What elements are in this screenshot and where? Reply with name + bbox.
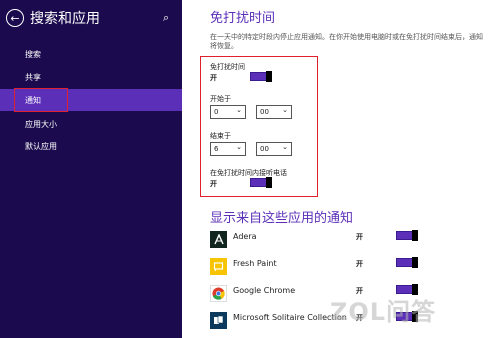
chrome-app-icon: [210, 285, 227, 302]
sidebar-item-label: 搜索: [25, 49, 41, 59]
end-hour-value: 6: [214, 145, 219, 153]
start-minute-value: 00: [260, 108, 269, 116]
fresh-paint-app-icon: [210, 258, 227, 275]
chevron-down-icon: ⌄: [236, 143, 242, 151]
quiet-hours-toggle[interactable]: [250, 71, 272, 82]
chevron-down-icon: ⌄: [282, 106, 288, 114]
sidebar-header: ← 搜索和应用: [6, 8, 100, 28]
quiet-hours-description: 在一天中的特定时段内停止应用通知。在你开始使用电脑时或在免打扰时间结束后，通知将…: [210, 33, 483, 50]
quiet-hours-toggle-state: 开: [210, 74, 217, 82]
app-row-adera: Adera: [210, 231, 420, 251]
solitaire-app-icon: [210, 312, 227, 329]
main-pane: 免打扰时间 在一天中的特定时段内停止应用通知。在你开始使用电脑时或在免打扰时间结…: [182, 0, 500, 338]
calls-toggle-label: 在免打扰时间内接听电话: [210, 169, 287, 177]
calls-toggle[interactable]: [250, 177, 272, 188]
back-arrow-icon: ←: [10, 11, 20, 25]
chevron-down-icon: ⌄: [236, 106, 242, 114]
app-name: Google Chrome: [233, 286, 296, 295]
sidebar-item-label: 默认应用: [25, 141, 57, 151]
sidebar-item-label: 共享: [25, 72, 41, 82]
app-name: Adera: [233, 232, 257, 241]
sidebar-item-search[interactable]: 搜索: [0, 43, 182, 65]
start-minute-select[interactable]: 00 ⌄: [256, 105, 292, 119]
sidebar: ← 搜索和应用 ⌕ 搜索 共享 通知 应用大小 默认应用: [0, 0, 182, 338]
adera-app-icon: [210, 231, 227, 248]
app-toggle-adera[interactable]: [396, 230, 418, 241]
search-icon[interactable]: ⌕: [163, 11, 169, 25]
end-hour-select[interactable]: 6 ⌄: [210, 142, 246, 156]
sidebar-item-label: 应用大小: [25, 119, 57, 129]
quiet-hours-title: 免打扰时间: [210, 11, 276, 26]
sidebar-title: 搜索和应用: [30, 11, 100, 27]
chevron-down-icon: ⌄: [282, 143, 288, 151]
quiet-hours-toggle-label: 免打扰时间: [210, 63, 245, 71]
app-row-fresh-paint: Fresh Paint: [210, 258, 420, 278]
app-toggle-state: 开: [356, 260, 363, 268]
end-minute-value: 00: [260, 145, 269, 153]
calls-toggle-state: 开: [210, 180, 217, 188]
sidebar-item-default-apps[interactable]: 默认应用: [0, 135, 182, 157]
watermark: ZOL问答: [330, 298, 437, 326]
end-minute-select[interactable]: 00 ⌄: [256, 142, 292, 156]
end-time-label: 结束于: [210, 132, 231, 140]
highlight-box-sidebar: [14, 88, 68, 112]
sidebar-item-app-sizes[interactable]: 应用大小: [0, 113, 182, 135]
start-hour-select[interactable]: 0 ⌄: [210, 105, 246, 119]
app-toggle-state: 开: [356, 233, 363, 241]
apps-section-title: 显示来自这些应用的通知: [210, 211, 354, 226]
app-name: Fresh Paint: [233, 259, 277, 268]
back-button[interactable]: ←: [6, 9, 24, 27]
app-toggle-fresh-paint[interactable]: [396, 257, 418, 268]
start-hour-value: 0: [214, 108, 219, 116]
sidebar-item-share[interactable]: 共享: [0, 66, 182, 88]
start-time-label: 开始于: [210, 95, 231, 103]
